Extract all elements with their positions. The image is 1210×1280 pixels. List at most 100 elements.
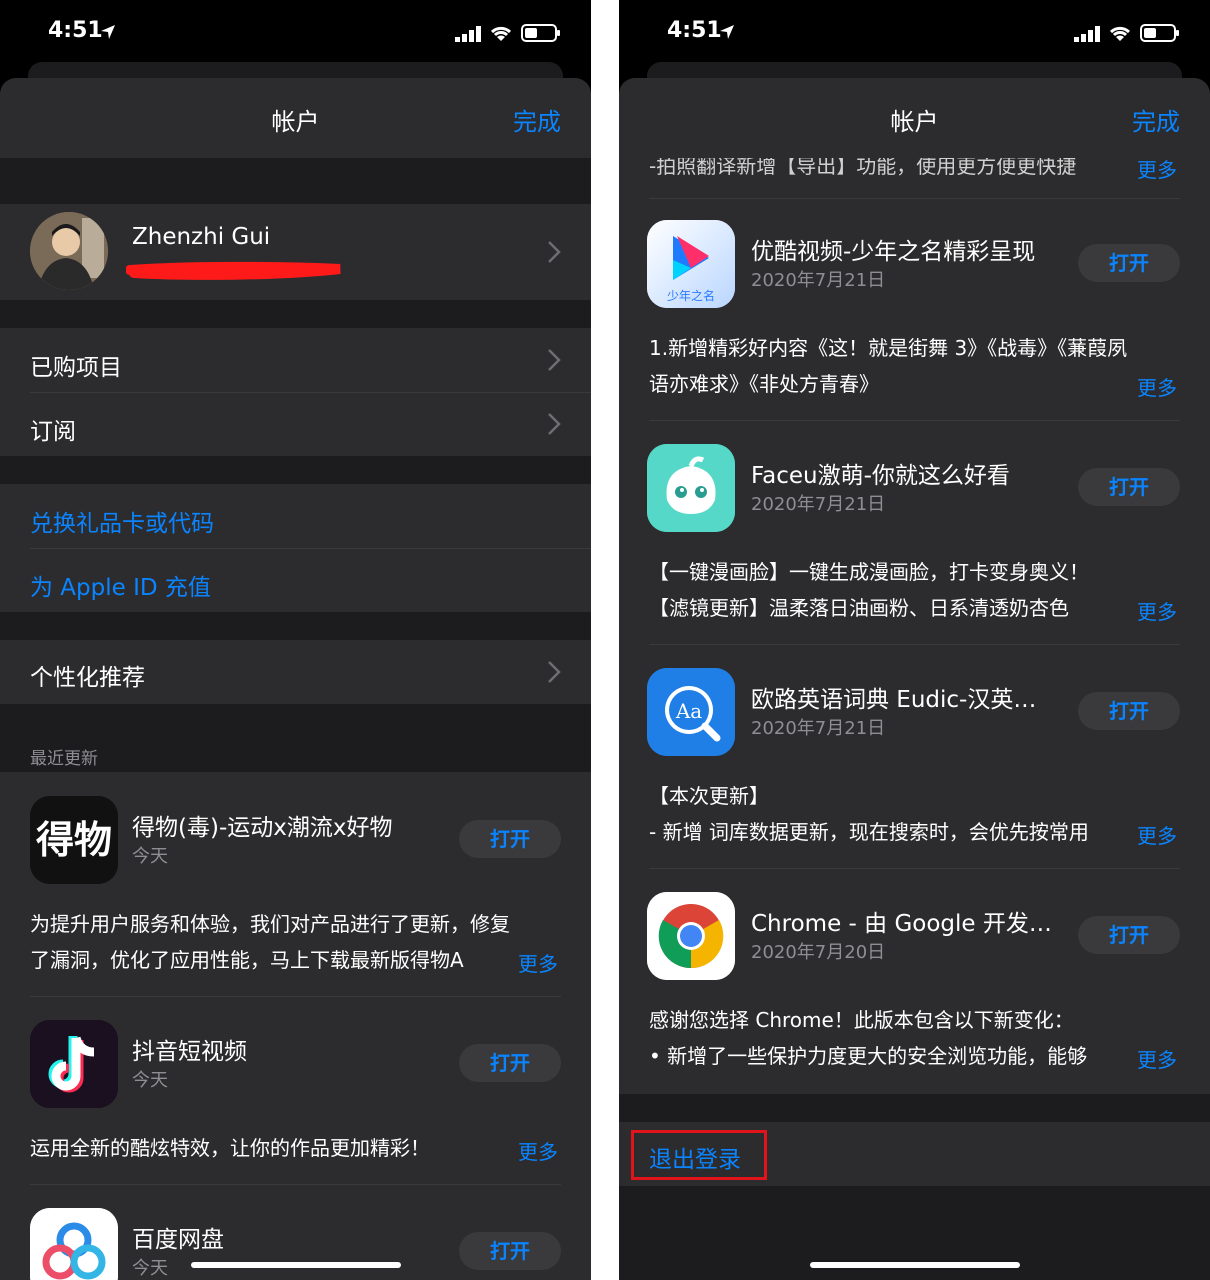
youku-icon[interactable]: 少年之名: [647, 220, 735, 308]
personalized-label: 个性化推荐: [30, 665, 145, 691]
app-name: 优酷视频-少年之名精彩呈现: [751, 239, 1036, 265]
faceu-icon[interactable]: [647, 444, 735, 532]
profile-row[interactable]: Zhenzhi Gui: [0, 204, 591, 300]
dewu-icon[interactable]: 得物: [30, 796, 118, 884]
left-screenshot: 4:51 帐户 完成 Zhenzhi Gui 已购项目 订阅 兑换礼品卡或代码 …: [0, 0, 591, 1280]
open-button[interactable]: 打开: [1078, 916, 1180, 954]
chrome-icon[interactable]: [647, 892, 735, 980]
battery-icon: [521, 24, 560, 42]
home-indicator[interactable]: [190, 1262, 401, 1268]
cellular-signal-icon: [455, 26, 481, 42]
divider: [30, 548, 591, 549]
release-notes-line: 【一键漫画脸】一键生成漫画脸，打卡变身奥义！: [649, 560, 1089, 584]
release-notes-line: 了漏洞，优化了应用性能，马上下载最新版得物A: [30, 948, 464, 972]
done-button[interactable]: 完成: [513, 102, 561, 137]
status-time: 4:51: [667, 18, 722, 43]
douyin-icon[interactable]: [30, 1020, 118, 1108]
page-title: 帐户: [271, 108, 320, 136]
personalized-row[interactable]: 个性化推荐: [0, 640, 591, 704]
app-date: 2020年7月21日: [751, 270, 886, 291]
profile-name: Zhenzhi Gui: [132, 224, 271, 250]
chevron-right-icon: [548, 413, 561, 435]
page-title: 帐户: [890, 108, 939, 136]
chevron-right-icon: [548, 661, 561, 683]
svg-text:少年之名: 少年之名: [667, 288, 715, 303]
more-link[interactable]: 更多: [1137, 820, 1177, 849]
chevron-right-icon: [548, 349, 561, 371]
subscriptions-row[interactable]: 订阅: [0, 392, 591, 456]
add-funds-link[interactable]: 为 Apple ID 充值: [30, 568, 211, 602]
app-name: Faceu激萌-你就这么好看: [751, 463, 1010, 489]
status-time: 4:51: [48, 18, 103, 43]
status-bar: 4:51: [0, 0, 591, 62]
app-name: 百度网盘: [132, 1227, 224, 1253]
release-notes-line: 运用全新的酷炫特效，让你的作品更加精彩！: [30, 1136, 430, 1160]
divider: [649, 644, 1180, 645]
done-button[interactable]: 完成: [1132, 102, 1180, 137]
eudic-icon[interactable]: Aa: [647, 668, 735, 756]
release-notes-line: 语亦难求》《非处方青春》: [649, 372, 879, 396]
location-arrow-icon: [720, 25, 734, 39]
release-notes-line: • 新增了一些保护力度更大的安全浏览功能，能够: [649, 1044, 1088, 1068]
app-date: 今天: [132, 1258, 168, 1279]
app-name: 抖音短视频: [132, 1039, 247, 1065]
wifi-icon: [490, 26, 512, 41]
open-button[interactable]: 打开: [459, 1044, 561, 1082]
app-date: 2020年7月21日: [751, 494, 886, 515]
more-link[interactable]: 更多: [1137, 1044, 1177, 1073]
avatar: [30, 212, 108, 290]
divider: [649, 868, 1180, 869]
status-bar: 4:51: [619, 0, 1210, 62]
subscriptions-label: 订阅: [30, 419, 76, 445]
baidu-netdisk-icon[interactable]: [30, 1208, 118, 1280]
app-date: 2020年7月20日: [751, 942, 886, 963]
release-notes-line: 感谢您选择 Chrome！此版本包含以下新变化：: [649, 1008, 1074, 1032]
account-sheet: 帐户 完成 Zhenzhi Gui 已购项目 订阅 兑换礼品卡或代码 为 App…: [0, 78, 591, 1280]
release-notes-line: 为提升用户服务和体验，我们对产品进行了更新，修复: [30, 912, 510, 936]
right-screenshot: 4:51 帐户 完成 -拍照翻译新增【导出】功能，使用更方便更快捷 更多 少年之…: [619, 0, 1210, 1280]
funds-group: 兑换礼品卡或代码 为 Apple ID 充值: [0, 484, 591, 612]
release-notes-line: 【滤镜更新】温柔落日油画粉、日系清透奶杏色: [649, 596, 1069, 620]
sign-out-row: 退出登录: [619, 1122, 1210, 1186]
divider: [649, 420, 1180, 421]
app-date: 今天: [132, 846, 168, 867]
avatar-photo: [30, 212, 108, 290]
divider: [649, 198, 1180, 199]
release-notes-line: 1.新增精彩好内容《这！就是街舞 3》《战毒》《蒹葭夙: [649, 336, 1128, 360]
more-link[interactable]: 更多: [1137, 154, 1177, 183]
open-button[interactable]: 打开: [459, 1232, 561, 1270]
open-button[interactable]: 打开: [1078, 468, 1180, 506]
purchased-label: 已购项目: [30, 355, 122, 381]
svg-text:Aa: Aa: [675, 699, 702, 723]
app-date: 今天: [132, 1070, 168, 1091]
app-name: 得物(毒)-运动x潮流x好物: [132, 815, 393, 841]
home-indicator[interactable]: [809, 1262, 1020, 1268]
open-button[interactable]: 打开: [459, 820, 561, 858]
purchases-group: 已购项目 订阅: [0, 328, 591, 456]
svg-text:得物: 得物: [36, 818, 112, 862]
highlight-box: [631, 1130, 767, 1180]
recent-updates-list: -拍照翻译新增【导出】功能，使用更方便更快捷 更多 少年之名 优酷视频-少年之名…: [619, 148, 1210, 1094]
release-notes-line: 【本次更新】: [649, 784, 769, 808]
chevron-right-icon: [548, 241, 561, 263]
app-name: 欧路英语词典 Eudic-汉英…: [751, 687, 1037, 713]
wifi-icon: [1109, 26, 1131, 41]
more-link[interactable]: 更多: [518, 1136, 558, 1165]
recent-updates-header: 最近更新: [30, 749, 98, 769]
nav-bar: 帐户 完成: [0, 78, 591, 158]
redaction-scribble: [126, 261, 341, 280]
location-arrow-icon: [101, 25, 115, 39]
account-sheet: 帐户 完成 -拍照翻译新增【导出】功能，使用更方便更快捷 更多 少年之名 优酷视…: [619, 78, 1210, 1280]
divider: [30, 996, 561, 997]
app-name: Chrome - 由 Google 开发…: [751, 911, 1052, 937]
more-link[interactable]: 更多: [1137, 596, 1177, 625]
nav-bar: 帐户 完成: [619, 78, 1210, 158]
more-link[interactable]: 更多: [518, 948, 558, 977]
release-notes-line: - 新增 词库数据更新，现在搜索时，会优先按常用: [649, 820, 1089, 844]
redeem-gift-card-link[interactable]: 兑换礼品卡或代码: [30, 504, 214, 538]
purchased-row[interactable]: 已购项目: [0, 328, 591, 392]
open-button[interactable]: 打开: [1078, 692, 1180, 730]
more-link[interactable]: 更多: [1137, 372, 1177, 401]
open-button[interactable]: 打开: [1078, 244, 1180, 282]
battery-icon: [1140, 24, 1179, 42]
